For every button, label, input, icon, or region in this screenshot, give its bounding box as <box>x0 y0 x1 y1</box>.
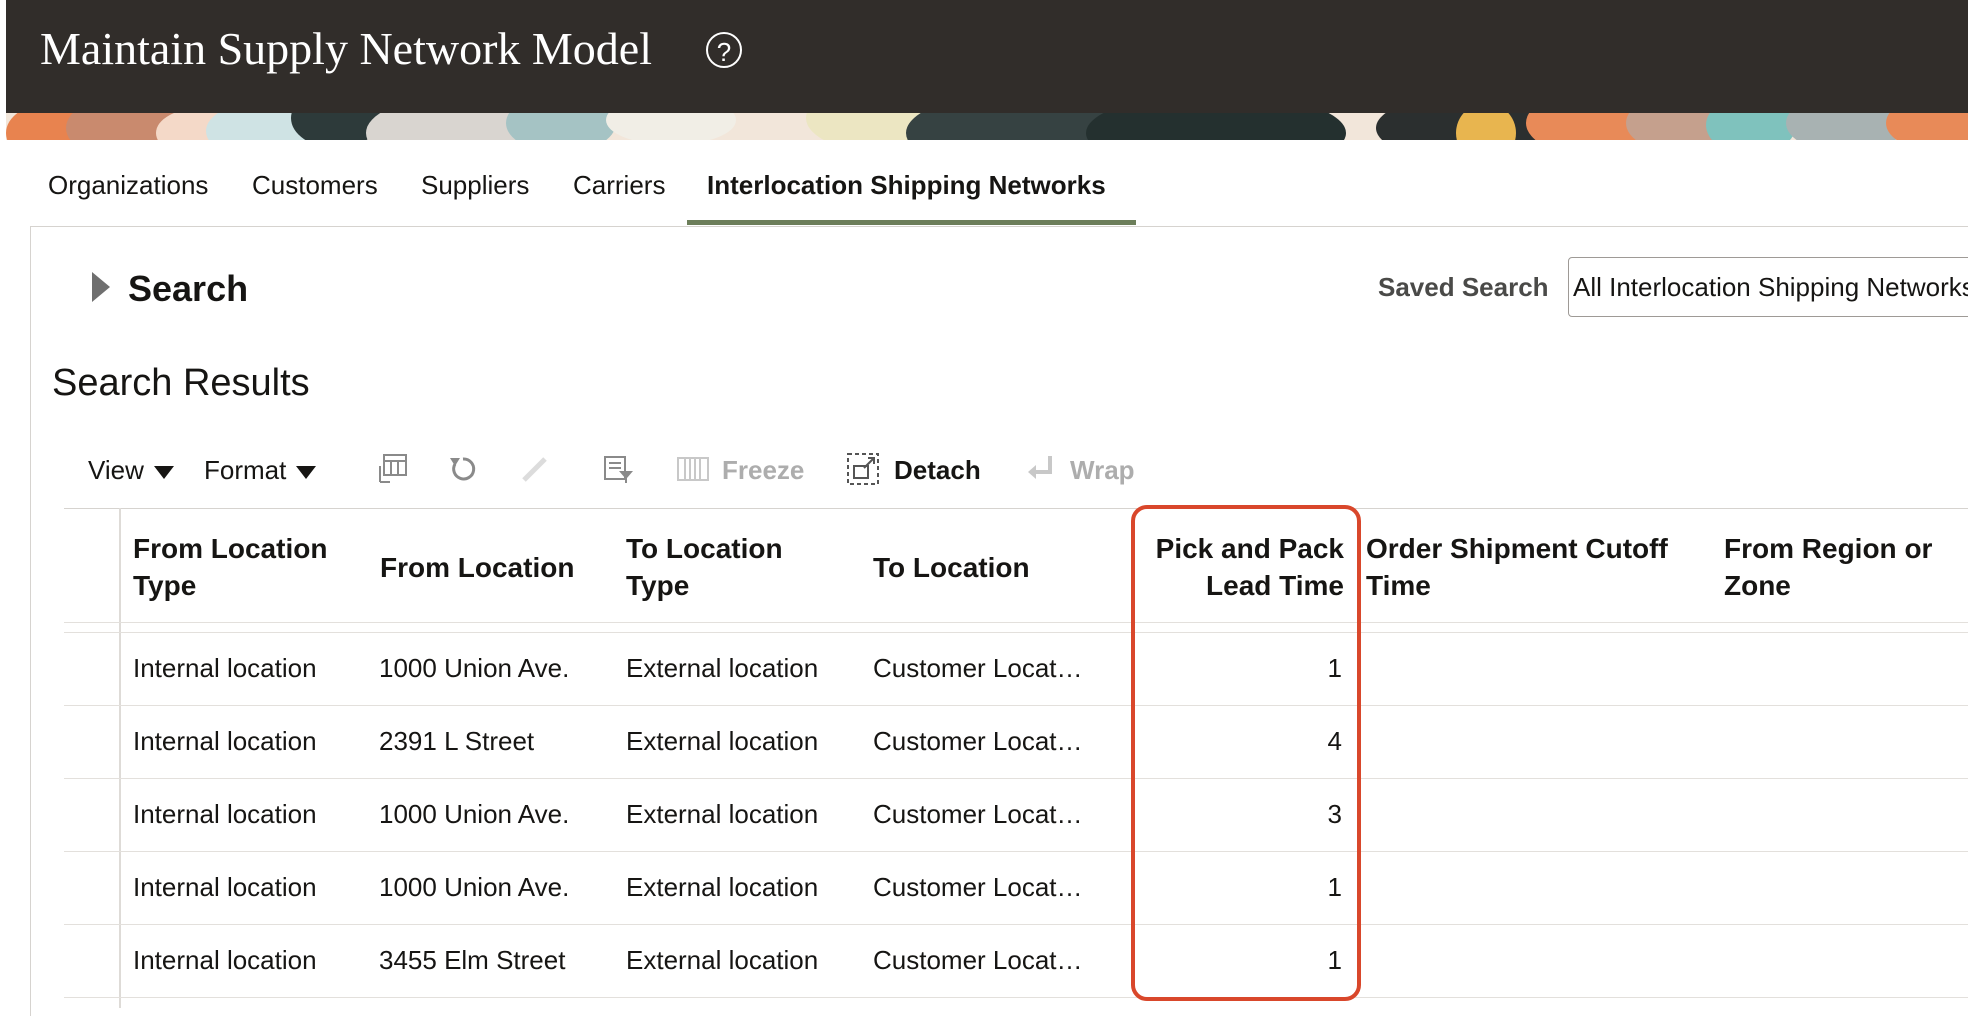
column-header-line: Type <box>133 570 197 601</box>
page-header: Maintain Supply Network Model ? <box>6 0 1968 113</box>
cell-from-location-type: Internal location <box>133 872 317 902</box>
active-tab-indicator <box>687 220 1136 225</box>
decorative-banner <box>6 113 1968 140</box>
cell-from-location-type: Internal location <box>133 799 317 829</box>
view-menu-label: View <box>88 455 144 485</box>
format-menu[interactable]: Format <box>204 455 317 486</box>
detach-button[interactable]: Detach <box>894 455 981 486</box>
detach-icon[interactable] <box>846 452 880 486</box>
table-top-border <box>64 508 1968 509</box>
column-header-to-location[interactable]: To Location <box>873 549 1030 586</box>
column-header-line: From Location <box>133 533 328 564</box>
cell-to-location: Customer Locat… <box>873 872 1083 902</box>
cell-to-location: Customer Locat… <box>873 945 1083 975</box>
chevron-down-icon <box>153 465 174 479</box>
column-header-line: Type <box>626 570 690 601</box>
tab-interlocation-shipping-networks[interactable]: Interlocation Shipping Networks <box>707 170 1106 201</box>
cell-from-location-type: Internal location <box>133 945 317 975</box>
column-header-to-location-type[interactable]: To Location Type <box>626 530 783 604</box>
cell-from-location: 1000 Union Ave. <box>379 872 570 902</box>
highlight-annotation <box>1131 505 1361 1001</box>
cell-from-location: 3455 Elm Street <box>379 945 566 975</box>
cell-from-location: 1000 Union Ave. <box>379 799 570 829</box>
cell-to-location: Customer Locat… <box>873 799 1083 829</box>
table-row[interactable]: Internal location 2391 L Street External… <box>64 705 1968 779</box>
cell-to-location-type: External location <box>626 872 819 902</box>
cell-from-location-type: Internal location <box>133 653 317 683</box>
column-header-line: To Location <box>626 533 783 564</box>
freeze-icon <box>677 457 709 481</box>
cell-from-location: 2391 L Street <box>379 726 535 756</box>
table-row[interactable]: Internal location 3455 Elm Street Extern… <box>64 924 1968 998</box>
tab-carriers[interactable]: Carriers <box>573 170 665 201</box>
search-results-title: Search Results <box>52 362 310 404</box>
column-header-from-region-or-zone[interactable]: From Region or Zone <box>1724 530 1932 604</box>
edit-icon <box>522 457 547 482</box>
tab-customers[interactable]: Customers <box>252 170 378 201</box>
column-header-line: Time <box>1366 570 1431 601</box>
page-title: Maintain Supply Network Model <box>40 23 652 74</box>
table-row-divider <box>64 997 1968 1009</box>
column-header-from-location-type[interactable]: From Location Type <box>133 530 327 604</box>
cell-from-location-type: Internal location <box>133 726 317 756</box>
column-header-line: From Region or <box>1724 533 1933 564</box>
column-header-line: Order Shipment Cutoff <box>1366 533 1668 564</box>
cell-to-location-type: External location <box>626 726 819 756</box>
column-header-line: Zone <box>1724 570 1791 601</box>
search-section-title[interactable]: Search <box>128 268 248 310</box>
view-menu[interactable]: View <box>88 455 174 486</box>
saved-search-label: Saved Search <box>1378 272 1549 302</box>
cell-to-location: Customer Locat… <box>873 726 1083 756</box>
chevron-down-icon <box>296 465 317 479</box>
column-header-order-shipment-cutoff-time[interactable]: Order Shipment Cutoff Time <box>1366 530 1668 604</box>
table-row[interactable]: Internal location 1000 Union Ave. Extern… <box>64 632 1968 706</box>
cell-to-location-type: External location <box>626 653 819 683</box>
tab-bar: Organizations Customers Suppliers Carrie… <box>0 140 1968 226</box>
wrap-icon <box>1028 456 1052 479</box>
table-row[interactable]: Internal location 1000 Union Ave. Extern… <box>64 778 1968 852</box>
table-row[interactable]: Internal location 1000 Union Ave. Extern… <box>64 851 1968 925</box>
wrap-button: Wrap <box>1070 455 1135 485</box>
freeze-button: Freeze <box>722 455 805 485</box>
tab-suppliers[interactable]: Suppliers <box>421 170 529 201</box>
tab-organizations[interactable]: Organizations <box>48 170 208 201</box>
refresh-icon[interactable] <box>446 452 480 486</box>
saved-search-select[interactable]: All Interlocation Shipping Networks <box>1568 257 1968 317</box>
query-by-example-icon[interactable] <box>602 452 636 486</box>
columns-icon[interactable] <box>376 452 410 486</box>
cell-to-location-type: External location <box>626 799 819 829</box>
cell-from-location: 1000 Union Ave. <box>379 653 570 683</box>
format-menu-label: Format <box>204 455 287 485</box>
cell-to-location: Customer Locat… <box>873 653 1083 683</box>
column-header-from-location[interactable]: From Location <box>380 549 574 586</box>
cell-to-location-type: External location <box>626 945 819 975</box>
expand-triangle-icon[interactable] <box>92 272 110 302</box>
help-icon[interactable]: ? <box>706 32 742 68</box>
